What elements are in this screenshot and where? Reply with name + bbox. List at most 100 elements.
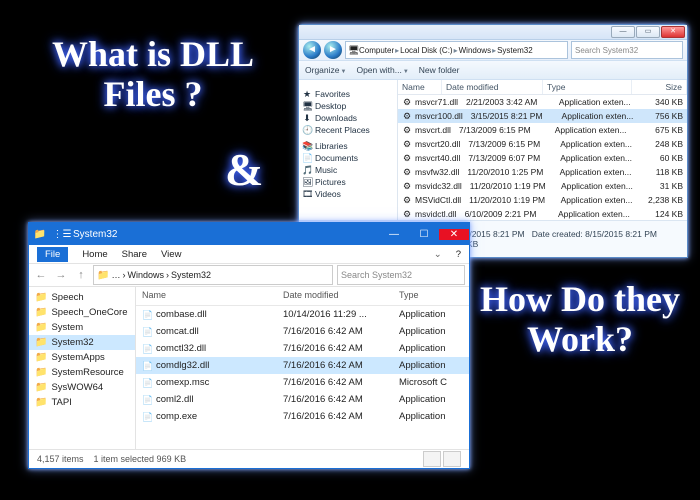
help-icon[interactable]: ?: [456, 249, 461, 260]
tree-item[interactable]: 📁System32: [29, 335, 135, 350]
table-row[interactable]: ⚙msvidc32.dll11/20/2010 1:19 PMApplicati…: [398, 179, 687, 193]
organize-button[interactable]: Organize▼: [305, 65, 346, 75]
header-name[interactable]: Name: [136, 287, 277, 305]
view-details-button[interactable]: [423, 451, 441, 467]
tree-item[interactable]: 📁Speech: [29, 290, 135, 305]
tree-libraries[interactable]: 📚Libraries: [302, 140, 394, 152]
dll-icon: ⚙: [402, 111, 412, 121]
tree-item[interactable]: 📁SystemApps: [29, 350, 135, 365]
new-folder-button[interactable]: New folder: [419, 65, 460, 75]
table-row[interactable]: 📄coml2.dll7/16/2016 6:42 AMApplication: [136, 391, 469, 408]
tree-favorites[interactable]: ★Favorites: [302, 88, 394, 100]
tree-item[interactable]: 📁SystemResource: [29, 365, 135, 380]
tab-share[interactable]: Share: [122, 249, 147, 260]
tree-recent[interactable]: 🕘Recent Places: [302, 124, 394, 136]
ribbon-expand-icon[interactable]: ⌄: [434, 249, 442, 260]
dll-icon: ⚙: [402, 181, 412, 191]
headline-what-is-dll: What is DLL Files ?: [52, 35, 254, 114]
folder-icon: 📁: [35, 322, 47, 333]
crumb[interactable]: System32: [497, 46, 533, 55]
folder-icon: 📁: [35, 337, 47, 348]
table-row[interactable]: ⚙msvcrt20.dll7/13/2009 6:15 PMApplicatio…: [398, 137, 687, 151]
header-type[interactable]: Type: [543, 80, 632, 94]
file-name: msvcrt40.dll: [415, 153, 460, 163]
minimize-button[interactable]: —: [379, 229, 409, 240]
crumb[interactable]: Windows: [459, 46, 491, 55]
crumb[interactable]: System32: [171, 270, 211, 280]
tree-documents[interactable]: 📄Documents: [302, 152, 394, 164]
table-row[interactable]: 📄combase.dll10/14/2016 11:29 ...Applicat…: [136, 306, 469, 323]
win10-nav-tree: 📁Speech📁Speech_OneCore📁System📁System32📁S…: [29, 287, 136, 449]
close-button[interactable]: ✕: [439, 229, 469, 240]
crumb[interactable]: Local Disk (C:): [400, 46, 452, 55]
folder-icon: 📁: [35, 397, 47, 408]
breadcrumb[interactable]: 📁 … › Windows › System32: [93, 265, 333, 285]
file-name: msvfw32.dll: [415, 167, 459, 177]
tab-home[interactable]: Home: [82, 249, 107, 260]
file-name: msvcrt20.dll: [415, 139, 460, 149]
header-date[interactable]: Date modified: [277, 287, 393, 305]
file-name: coml2.dll: [156, 394, 194, 405]
table-row[interactable]: ⚙msvcr100.dll3/15/2015 8:21 PMApplicatio…: [398, 109, 687, 123]
table-row[interactable]: ⚙MSVidCtl.dll11/20/2010 1:19 PMApplicati…: [398, 193, 687, 207]
tree-downloads[interactable]: ⬇Downloads: [302, 112, 394, 124]
tree-pictures[interactable]: 🖼Pictures: [302, 176, 394, 188]
tree-item[interactable]: 📁System: [29, 320, 135, 335]
header-date[interactable]: Date modified: [442, 80, 543, 94]
crumb[interactable]: Computer: [359, 46, 394, 55]
tree-item[interactable]: 📁SysWOW64: [29, 380, 135, 395]
file-name: msvcr100.dll: [415, 111, 463, 121]
folder-icon: 📁: [35, 382, 47, 393]
recent-icon: 🕘: [302, 125, 312, 135]
win7-toolbar: Organize▼ Open with...▼ New folder: [299, 60, 687, 80]
table-row[interactable]: ⚙msvcrt40.dll7/13/2009 6:07 PMApplicatio…: [398, 151, 687, 165]
table-row[interactable]: 📄comdlg32.dll7/16/2016 6:42 AMApplicatio…: [136, 357, 469, 374]
tree-videos[interactable]: 🎞Videos: [302, 188, 394, 200]
file-name: msvidc32.dll: [415, 181, 462, 191]
tab-view[interactable]: View: [161, 249, 181, 260]
tree-music[interactable]: 🎵Music: [302, 164, 394, 176]
minimize-button[interactable]: —: [611, 26, 635, 38]
table-row[interactable]: ⚙msvidctl.dll6/10/2009 2:21 PMApplicatio…: [398, 207, 687, 220]
win10-titlebar: 📁 ⋮☰ System32 — ☐ ✕: [29, 223, 469, 245]
tree-item[interactable]: 📁Speech_OneCore: [29, 305, 135, 320]
file-icon: 📄: [142, 327, 152, 337]
maximize-button[interactable]: ▭: [636, 26, 660, 38]
view-icons-button[interactable]: [443, 451, 461, 467]
table-row[interactable]: 📄comp.exe7/16/2016 6:42 AMApplication: [136, 408, 469, 425]
close-button[interactable]: ✕: [661, 26, 685, 38]
folder-icon: 📁: [35, 352, 47, 363]
download-icon: ⬇: [302, 113, 312, 123]
table-row[interactable]: 📄comexp.msc7/16/2016 6:42 AMMicrosoft C: [136, 374, 469, 391]
back-button[interactable]: ←: [33, 269, 49, 281]
table-row[interactable]: ⚙msvcr71.dll2/21/2003 3:42 AMApplication…: [398, 95, 687, 109]
header-type[interactable]: Type: [393, 287, 469, 305]
forward-button[interactable]: →: [53, 269, 69, 281]
headline-ampersand: &: [225, 145, 263, 196]
header-size[interactable]: Size: [632, 80, 687, 94]
search-input[interactable]: Search System32: [337, 265, 465, 285]
back-button[interactable]: ◄: [303, 41, 321, 59]
file-icon: 📄: [142, 378, 152, 388]
tree-item[interactable]: 📁TAPI: [29, 395, 135, 410]
header-name[interactable]: Name: [398, 80, 442, 94]
table-row[interactable]: 📄comctl32.dll7/16/2016 6:42 AMApplicatio…: [136, 340, 469, 357]
file-icon: 📄: [142, 395, 152, 405]
forward-button[interactable]: ►: [324, 41, 342, 59]
maximize-button[interactable]: ☐: [409, 229, 439, 240]
table-row[interactable]: ⚙msvfw32.dll11/20/2010 1:25 PMApplicatio…: [398, 165, 687, 179]
overflow-icon[interactable]: ⋮☰: [51, 229, 73, 240]
computer-icon: 🖥: [348, 45, 358, 55]
open-with-button[interactable]: Open with...▼: [356, 65, 408, 75]
dll-icon: ⚙: [402, 139, 412, 149]
crumb[interactable]: Windows: [127, 270, 164, 280]
table-row[interactable]: 📄comcat.dll7/16/2016 6:42 AMApplication: [136, 323, 469, 340]
tab-file[interactable]: File: [37, 247, 68, 262]
search-input[interactable]: Search System32: [571, 41, 683, 59]
breadcrumb[interactable]: 🖥 Computer▸ Local Disk (C:)▸ Windows▸ Sy…: [345, 41, 568, 59]
folder-icon: 📁: [35, 292, 47, 303]
up-button[interactable]: ↑: [73, 269, 89, 281]
desktop-icon: 🖥: [302, 101, 312, 111]
tree-desktop[interactable]: 🖥Desktop: [302, 100, 394, 112]
table-row[interactable]: ⚙msvcrt.dll7/13/2009 6:15 PMApplication …: [398, 123, 687, 137]
